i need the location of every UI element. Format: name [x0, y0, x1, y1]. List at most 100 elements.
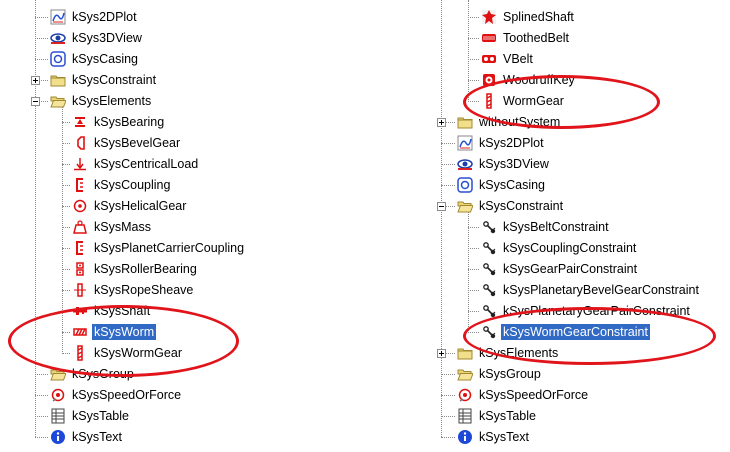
left-tree-connector [35, 0, 36, 437]
collapse-toggle-icon[interactable] [31, 97, 40, 106]
left-tree-branch [35, 416, 48, 417]
constraint-icon [481, 219, 497, 235]
left-tree-branch [62, 206, 70, 207]
rope-sheave-icon [72, 282, 88, 298]
left-tree-branch [35, 437, 48, 438]
right-tree-item-label: kSys2DPlot [479, 136, 544, 150]
right-tree-item-label: kSysPlanetaryBevelGearConstraint [503, 283, 699, 297]
left-tree-branch [35, 374, 48, 375]
right-tree-pane: SplinedShaft ToothedBelt VBelt WoodruffKey W… [365, 0, 730, 452]
plot-2d-icon [457, 135, 473, 151]
left-tree-item-label: kSys2DPlot [72, 10, 137, 24]
expand-toggle-icon[interactable] [437, 349, 446, 358]
left-tree-item-label: kSysHelicalGear [94, 199, 187, 213]
left-tree-branch [62, 248, 70, 249]
speed-or-force-icon [50, 387, 66, 403]
right-tree-item-label: kSysGroup [479, 367, 541, 381]
right-tree-branch [441, 437, 455, 438]
left-tree-item-label: kSysRollerBearing [94, 262, 197, 276]
right-tree-item-label: kSys3DView [479, 157, 549, 171]
right-tree-branch [468, 38, 479, 39]
view-3d-icon [50, 30, 66, 46]
v-belt-icon [481, 51, 497, 67]
right-tree-connector [441, 0, 442, 437]
left-tree-item-label: kSysBearing [94, 115, 165, 129]
left-tree-item-label: kSysText [72, 430, 123, 444]
right-tree-branch [468, 269, 479, 270]
right-tree-branch [441, 185, 455, 186]
left-tree-branch [62, 164, 70, 165]
left-tree-branch [35, 17, 48, 18]
info-icon [457, 429, 473, 445]
right-tree-item-label: kSysConstraint [479, 199, 564, 213]
right-tree-branch [441, 164, 455, 165]
folder-open-icon [457, 198, 474, 214]
right-tree-branch [468, 248, 479, 249]
speed-or-force-icon [457, 387, 473, 403]
left-tree-item-label: kSysConstraint [72, 73, 157, 87]
highlight-ellipse-right-top [463, 75, 660, 129]
left-tree-item-label: kSysRopeSheave [94, 283, 194, 297]
constraint-icon [481, 261, 497, 277]
expand-toggle-icon[interactable] [437, 118, 446, 127]
constraint-icon [481, 282, 497, 298]
right-tree-branch [468, 80, 479, 81]
right-tree-item-label: kSysTable [479, 409, 536, 423]
folder-open-icon [457, 366, 474, 382]
left-tree-item-label: kSysElements [72, 94, 152, 108]
left-tree-branch [62, 122, 70, 123]
right-tree-branch [441, 143, 455, 144]
bevel-gear-icon [72, 135, 88, 151]
left-tree-item-label: kSysCentricalLoad [94, 157, 199, 171]
toothed-belt-icon [481, 30, 497, 46]
right-tree-item-label: kSysGearPairConstraint [503, 262, 638, 276]
folder-icon [50, 72, 66, 88]
right-tree-item-label: VBelt [503, 52, 533, 66]
left-tree-item-label: kSysCasing [72, 52, 138, 66]
right-tree-branch [441, 374, 455, 375]
left-tree-item-label: kSysTable [72, 409, 129, 423]
right-tree-branch [468, 311, 479, 312]
expand-toggle-icon[interactable] [31, 76, 40, 85]
roller-bearing-icon [72, 261, 88, 277]
left-tree-item-label: kSysPlanetCarrierCoupling [94, 241, 245, 255]
view-3d-icon [457, 156, 473, 172]
right-tree-item-label: ToothedBelt [503, 31, 570, 45]
left-tree-branch [62, 290, 70, 291]
highlight-ellipse-right-bottom [463, 307, 716, 365]
right-tree-item-label: kSysText [479, 430, 530, 444]
right-tree-item-label: kSysBeltConstraint [503, 220, 609, 234]
folder-icon [457, 345, 473, 361]
right-tree-branch [468, 17, 479, 18]
mass-icon [72, 219, 88, 235]
plot-2d-icon [50, 9, 66, 25]
left-tree-branch [35, 395, 48, 396]
info-icon [50, 429, 66, 445]
left-tree-pane: kSys2DPlot kSys3DView kSysCasing kSysConstr… [0, 0, 365, 452]
highlight-ellipse-left [8, 305, 239, 377]
folder-open-icon [50, 93, 67, 109]
table-icon [457, 408, 473, 424]
right-tree-branch [441, 416, 455, 417]
coupling-icon [72, 177, 88, 193]
left-tree-branch [35, 38, 48, 39]
folder-icon [457, 114, 473, 130]
left-tree-item-label: kSysBevelGear [94, 136, 181, 150]
left-tree-branch [62, 269, 70, 270]
left-tree-item-label: kSys3DView [72, 31, 142, 45]
centrical-load-icon [72, 156, 88, 172]
left-tree-branch [62, 227, 70, 228]
constraint-icon [481, 240, 497, 256]
collapse-toggle-icon[interactable] [437, 202, 446, 211]
table-icon [50, 408, 66, 424]
right-tree-item-label: SplinedShaft [503, 10, 574, 24]
right-tree-item-label: kSysCouplingConstraint [503, 241, 637, 255]
casing-icon [457, 177, 473, 193]
splined-shaft-icon [481, 9, 497, 25]
left-tree-branch [62, 185, 70, 186]
left-tree-branch [35, 59, 48, 60]
casing-icon [50, 51, 66, 67]
right-tree-branch [441, 395, 455, 396]
right-tree-branch [468, 59, 479, 60]
right-tree-child-connector [468, 0, 469, 102]
